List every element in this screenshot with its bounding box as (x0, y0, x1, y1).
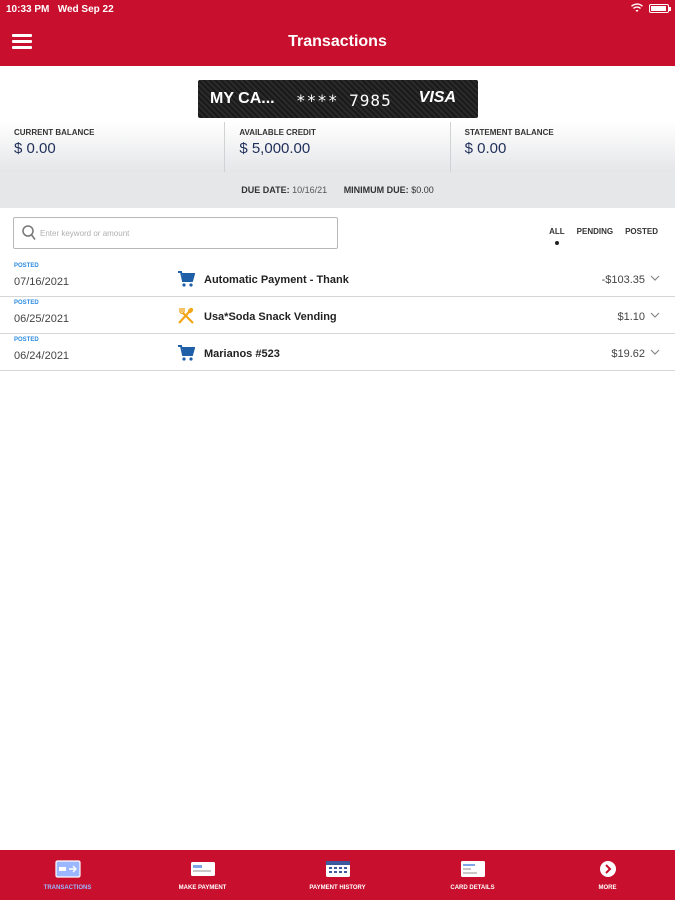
status-clock: 10:33 PM (6, 4, 50, 15)
available-credit-label: AVAILABLE CREDIT (239, 128, 316, 137)
filter-posted[interactable]: POSTED (625, 227, 658, 236)
nav-label-card-details: CARD DETAILS (450, 885, 495, 891)
balance-summary: CURRENT BALANCE $ 0.00 AVAILABLE CREDIT … (0, 122, 675, 172)
transaction-description: Usa*Soda Snack Vending (204, 311, 337, 323)
status-icons (631, 3, 671, 13)
nav-make-payment[interactable]: MAKE PAYMENT (135, 850, 270, 900)
search-input[interactable] (40, 222, 330, 244)
nav-label-more: MORE (598, 885, 617, 891)
transaction-row[interactable]: POSTED 07/16/2021 Automatic Payment - Th… (0, 260, 675, 297)
minimum-due-label: MINIMUM DUE: (343, 185, 409, 195)
chevron-down-icon[interactable] (650, 310, 660, 320)
nav-label-payment-history: PAYMENT HISTORY (309, 885, 366, 891)
battery-icon (649, 3, 671, 13)
payment-history-icon (325, 861, 350, 877)
status-bar: 10:33 PM Wed Sep 22 (0, 0, 675, 18)
nav-more[interactable]: MORE (540, 850, 675, 900)
nav-payment-history[interactable]: PAYMENT HISTORY (270, 850, 405, 900)
cart-icon (178, 271, 195, 287)
due-date-value: 10/16/21 (292, 185, 328, 195)
fork-knife-icon (178, 307, 194, 324)
status-time: 10:33 PM Wed Sep 22 (6, 4, 114, 15)
app-header: 10:33 PM Wed Sep 22 Transactions (0, 0, 675, 66)
transaction-status: POSTED (14, 300, 39, 306)
available-credit: AVAILABLE CREDIT $ 5,000.00 (225, 122, 451, 172)
status-date: Wed Sep 22 (57, 4, 114, 15)
page-title: Transactions (288, 33, 387, 50)
transaction-list: POSTED 07/16/2021 Automatic Payment - Th… (0, 260, 675, 371)
transaction-amount: -$103.35 (601, 274, 645, 286)
nav-label-transactions: TRANSACTIONS (43, 885, 92, 891)
card-area: MY CA... **** 7985 VISA (0, 66, 675, 122)
wifi-icon (631, 3, 643, 12)
due-info-bar: DUE DATE: 10/16/21 MINIMUM DUE: $0.00 (0, 172, 675, 208)
more-icon (599, 861, 616, 877)
transaction-amount: $1.10 (617, 311, 645, 323)
statement-balance-value: $ 0.00 (464, 140, 507, 157)
transaction-date: 07/16/2021 (14, 276, 70, 288)
transaction-description: Automatic Payment - Thank (204, 274, 349, 286)
card-details-icon (460, 861, 485, 877)
cart-icon (178, 345, 195, 361)
nav-label-make-payment: MAKE PAYMENT (178, 885, 227, 891)
visa-logo-icon: VISA (418, 89, 456, 106)
filter-pending[interactable]: PENDING (577, 227, 613, 236)
transaction-date: 06/24/2021 (14, 350, 70, 362)
search-box[interactable] (13, 217, 338, 249)
chevron-down-icon[interactable] (650, 347, 660, 357)
credit-card-image[interactable]: MY CA... **** 7985 VISA (198, 80, 478, 118)
chevron-down-icon[interactable] (650, 273, 660, 283)
statement-balance-label: STATEMENT BALANCE (464, 128, 554, 137)
transaction-status: POSTED (14, 263, 39, 269)
due-date-label: DUE DATE: (241, 185, 290, 195)
make-payment-icon (190, 862, 215, 876)
card-name: MY CA... (210, 90, 275, 107)
transaction-row[interactable]: POSTED 06/24/2021 Marianos #523 $19.62 (0, 334, 675, 371)
nav-card-details[interactable]: CARD DETAILS (405, 850, 540, 900)
filter-tabs: ALL PENDING POSTED (549, 227, 658, 245)
card-number: **** 7985 (296, 91, 392, 110)
current-balance-value: $ 0.00 (14, 140, 56, 157)
current-balance: CURRENT BALANCE $ 0.00 (0, 122, 226, 172)
search-icon (22, 225, 36, 240)
transaction-date: 06/25/2021 (14, 313, 70, 325)
current-balance-label: CURRENT BALANCE (14, 128, 95, 137)
transaction-row[interactable]: POSTED 06/25/2021 Usa*Soda Snack Vending… (0, 297, 675, 334)
available-credit-value: $ 5,000.00 (239, 140, 311, 157)
filter-all[interactable]: ALL (549, 227, 565, 245)
transaction-status: POSTED (14, 337, 39, 343)
minimum-due-value: $0.00 (411, 185, 434, 195)
transactions-icon (54, 860, 81, 878)
transaction-amount: $19.62 (611, 348, 645, 360)
nav-transactions[interactable]: TRANSACTIONS (0, 850, 135, 900)
transaction-description: Marianos #523 (204, 348, 280, 360)
bottom-nav: TRANSACTIONS MAKE PAYMENT PAYMENT HISTOR… (0, 850, 675, 900)
statement-balance: STATEMENT BALANCE $ 0.00 (451, 122, 675, 172)
